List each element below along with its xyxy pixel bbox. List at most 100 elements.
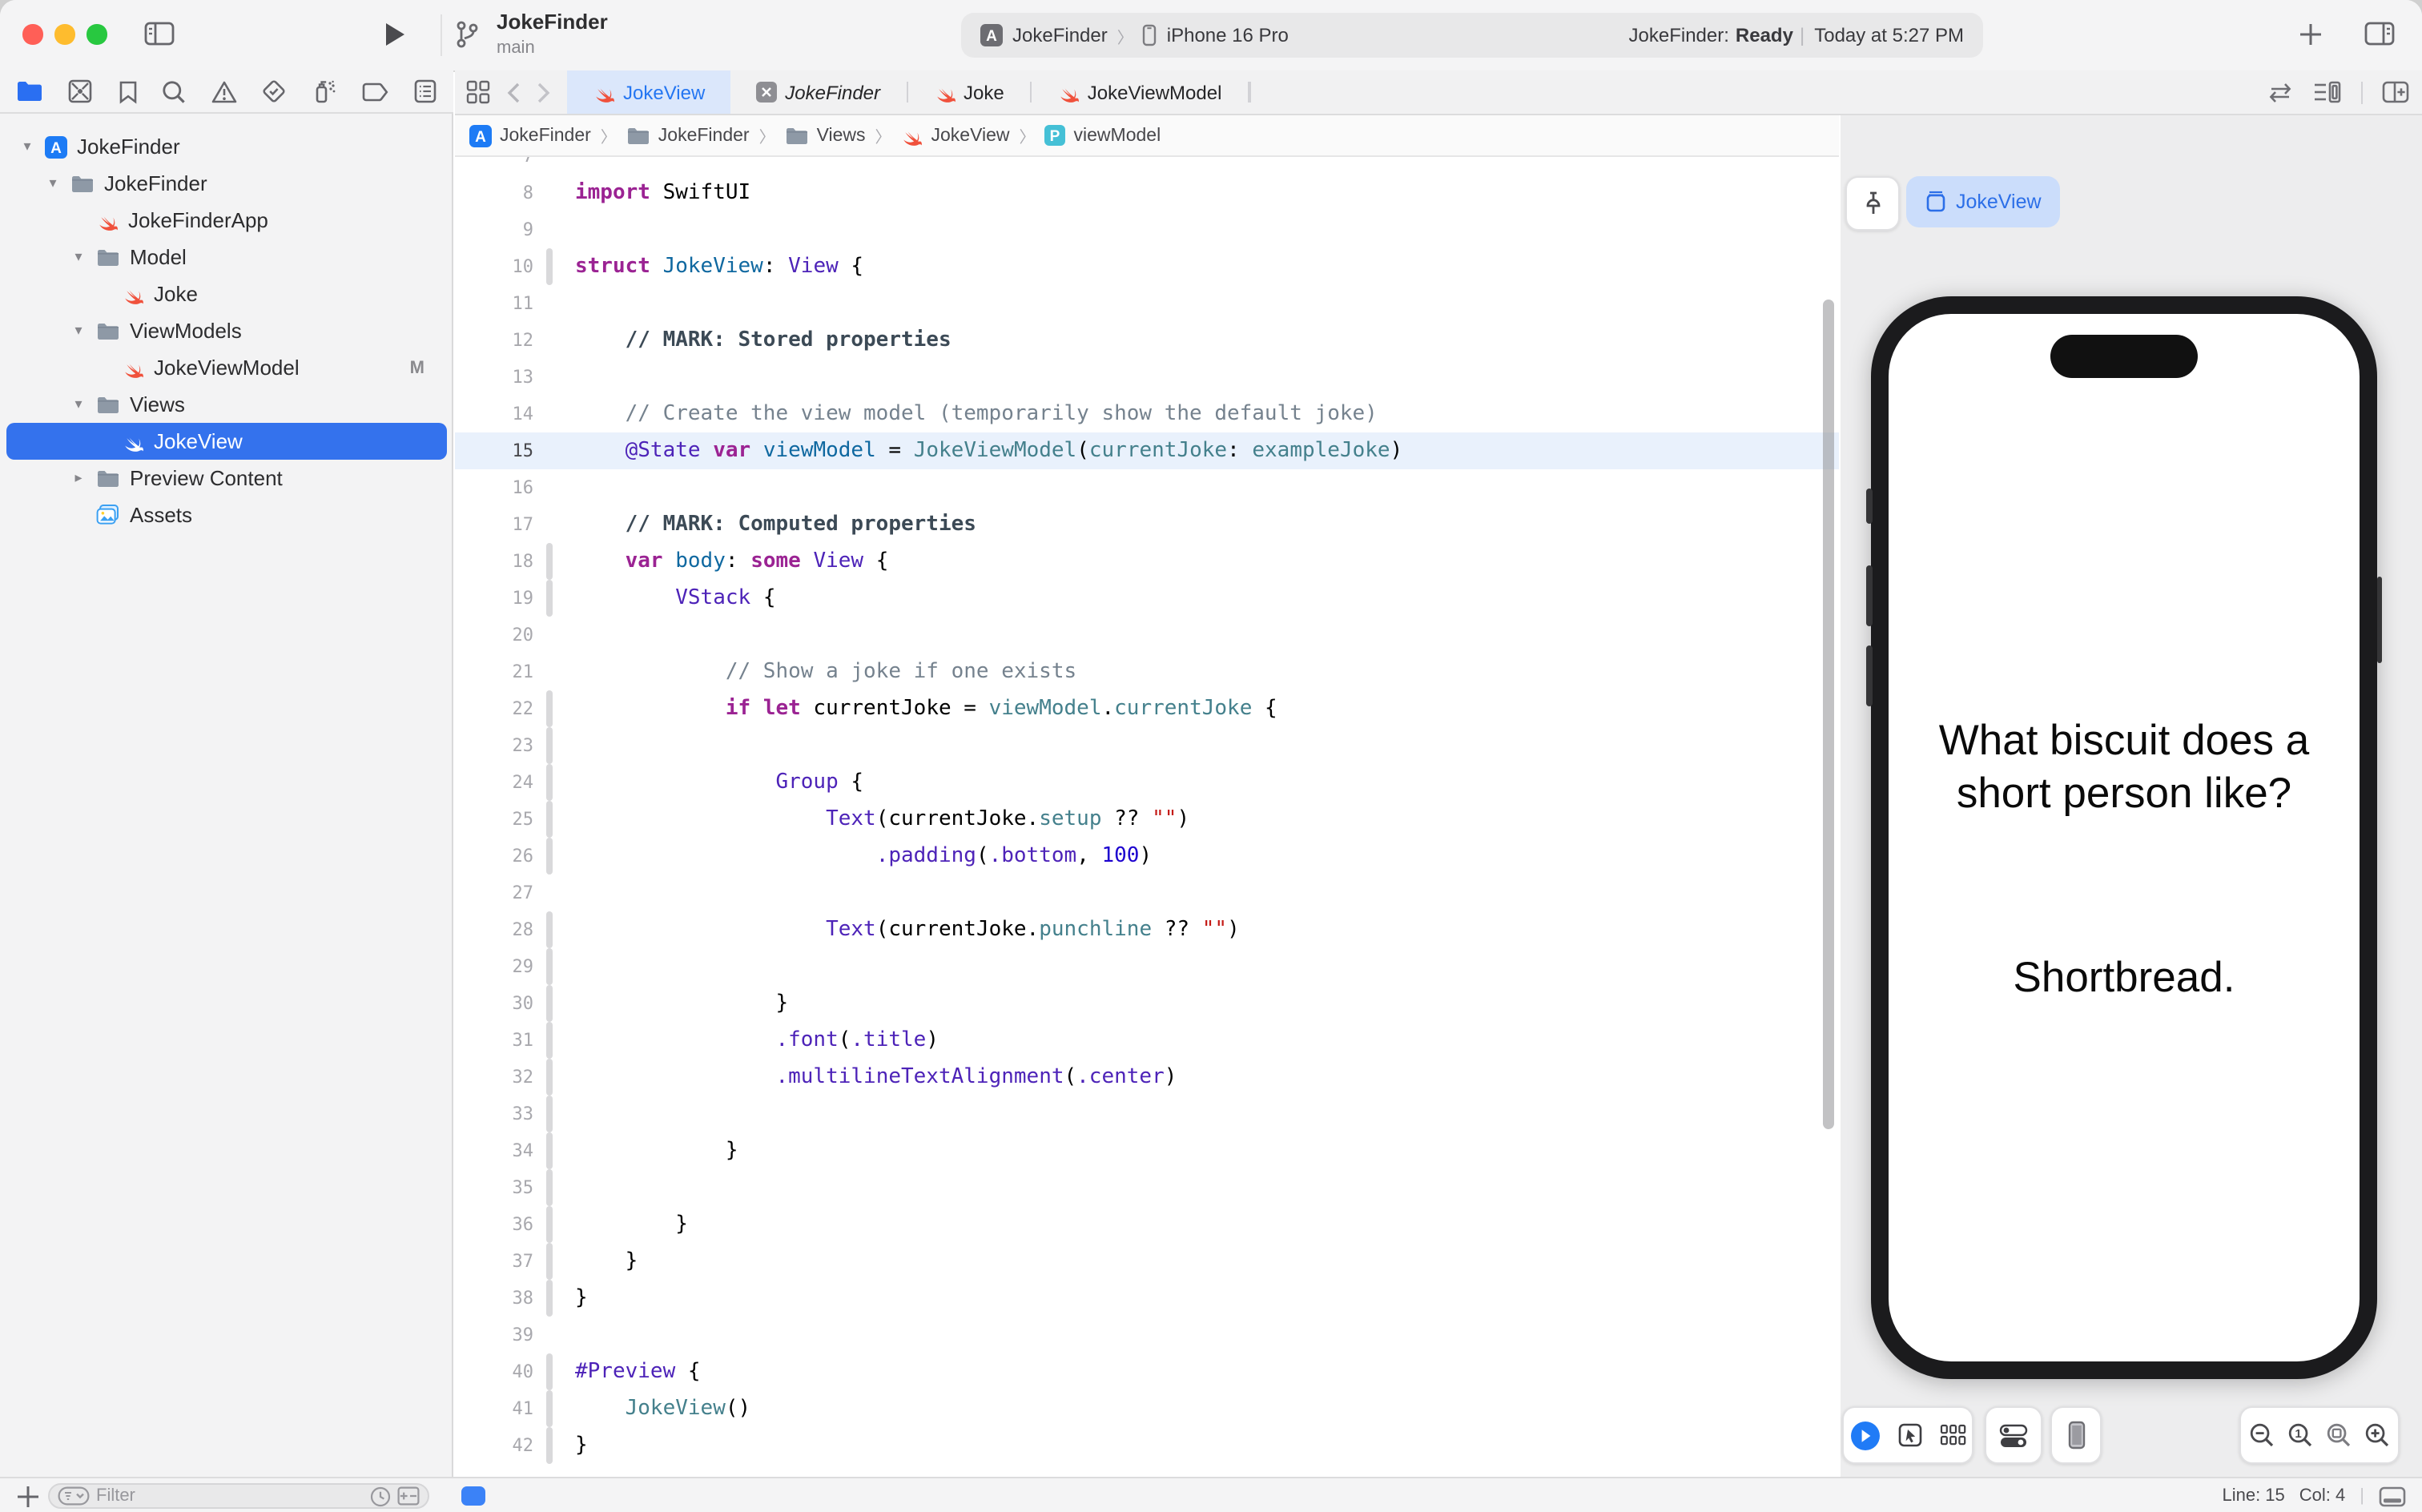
code-review-icon[interactable] — [2267, 81, 2294, 103]
breadcrumb-item-viewmodel[interactable]: PviewModel — [1044, 125, 1161, 146]
zoom-fit-button[interactable] — [2326, 1422, 2352, 1448]
file-row-jokefinder[interactable]: ▾ A JokeFinder — [0, 128, 453, 165]
minimize-window-button[interactable] — [54, 24, 74, 44]
issues-navigator-icon[interactable] — [211, 79, 236, 103]
code-line-25[interactable]: 25 Text(currentJoke.setup ?? "") — [455, 801, 1839, 838]
navigator-sidebar-toggle-button[interactable] — [144, 21, 175, 46]
code-line-40[interactable]: 40 #Preview { — [455, 1353, 1839, 1390]
go-forward-button[interactable] — [537, 81, 551, 103]
zoom-out-button[interactable] — [2249, 1422, 2275, 1448]
code-line-9[interactable]: 9 — [455, 211, 1839, 248]
code-line-17[interactable]: 17 // MARK: Computed properties — [455, 506, 1839, 543]
code-line-21[interactable]: 21 // Show a joke if one exists — [455, 653, 1839, 690]
code-line-14[interactable]: 14 // Create the view model (temporarily… — [455, 396, 1839, 432]
reports-navigator-icon[interactable] — [413, 78, 437, 104]
code-line-15[interactable]: 15 @State var viewModel = JokeViewModel(… — [455, 432, 1839, 469]
live-preview-button[interactable] — [1849, 1420, 1880, 1450]
file-row-preview-content[interactable]: ▸ Preview Content — [0, 460, 453, 497]
run-button[interactable] — [383, 21, 407, 48]
preview-target-chip[interactable]: JokeView — [1906, 176, 2061, 227]
scheme-selector[interactable]: A JokeFinder 〉 iPhone 16 Pro JokeFinder:… — [961, 13, 1983, 58]
zoom-in-button[interactable] — [2364, 1422, 2390, 1448]
pin-preview-button[interactable] — [1845, 176, 1900, 231]
add-tab-button[interactable] — [2299, 22, 2323, 46]
disclosure-triangle[interactable]: ▾ — [70, 322, 86, 340]
code-line-19[interactable]: 19 VStack { — [455, 580, 1839, 617]
disclosure-triangle[interactable]: ▾ — [70, 248, 86, 266]
file-row-views[interactable]: ▾ Views — [0, 386, 453, 423]
bookmarks-navigator-icon[interactable] — [119, 79, 138, 103]
file-row-jokeview[interactable]: JokeView — [0, 423, 453, 460]
find-navigator-icon[interactable] — [162, 79, 186, 103]
code-line-27[interactable]: 27 — [455, 875, 1839, 911]
code-line-34[interactable]: 34 } — [455, 1132, 1839, 1169]
code-line-7[interactable]: 7 — [455, 157, 1839, 175]
code-line-28[interactable]: 28 Text(currentJoke.punchline ?? "") — [455, 911, 1839, 948]
source-control-navigator-icon[interactable] — [68, 78, 94, 104]
selectable-preview-button[interactable] — [1897, 1422, 1921, 1448]
adjust-editor-options-icon[interactable] — [2313, 80, 2342, 104]
split-editor-icon[interactable] — [2382, 80, 2409, 104]
code-line-16[interactable]: 16 — [455, 469, 1839, 506]
code-line-35[interactable]: 35 — [455, 1169, 1839, 1206]
code-line-24[interactable]: 24 Group { — [455, 764, 1839, 801]
scheme-destination[interactable]: iPhone 16 Pro — [1167, 24, 1289, 46]
breakpoints-navigator-icon[interactable] — [361, 81, 388, 102]
tab-jokefinder[interactable]: JokeFinder — [730, 70, 906, 114]
file-row-model[interactable]: ▾ Model — [0, 239, 453, 275]
code-line-22[interactable]: 22 if let currentJoke = viewModel.curren… — [455, 690, 1839, 727]
code-line-26[interactable]: 26 .padding(.bottom, 100) — [455, 838, 1839, 875]
variants-button[interactable] — [1939, 1424, 1966, 1446]
go-back-button[interactable] — [506, 81, 521, 103]
editor-scrollbar[interactable] — [1823, 300, 1834, 1129]
code-line-32[interactable]: 32 .multilineTextAlignment(.center) — [455, 1059, 1839, 1096]
breadcrumb-item-jokefinder[interactable]: A JokeFinder — [469, 124, 591, 147]
code-line-11[interactable]: 11 — [455, 285, 1839, 322]
scheme-project[interactable]: JokeFinder — [1012, 24, 1108, 46]
code-line-31[interactable]: 31 .font(.title) — [455, 1022, 1839, 1059]
file-row-assets[interactable]: Assets — [0, 497, 453, 533]
tab-jokeviewmodel[interactable]: JokeViewModel — [1032, 70, 1248, 114]
close-window-button[interactable] — [22, 24, 42, 44]
code-line-33[interactable]: 33 — [455, 1096, 1839, 1132]
recent-files-filter-icon[interactable] — [370, 1486, 391, 1506]
code-line-13[interactable]: 13 — [455, 359, 1839, 396]
file-row-jokefinder[interactable]: ▾ JokeFinder — [0, 165, 453, 202]
code-line-20[interactable]: 20 — [455, 617, 1839, 653]
debug-navigator-icon[interactable] — [312, 78, 337, 104]
jump-bar[interactable]: A JokeFinder 〉 JokeFinder 〉 Views 〉 JokeView 〉 Pv… — [455, 115, 1839, 157]
source-editor[interactable]: 7 8 import SwiftUI 9 10 struct JokeView: View… — [455, 157, 1839, 1477]
disclosure-triangle[interactable]: ▾ — [70, 396, 86, 413]
file-row-jokeviewmodel[interactable]: JokeViewModel M — [0, 349, 453, 386]
editor-canvas-indicator-icon[interactable] — [461, 1486, 485, 1506]
tab-joke[interactable]: Joke — [907, 70, 1030, 114]
debug-area-toggle-icon[interactable] — [2379, 1486, 2406, 1506]
code-line-12[interactable]: 12 // MARK: Stored properties — [455, 322, 1839, 359]
code-line-10[interactable]: 10 struct JokeView: View { — [455, 248, 1839, 285]
add-file-button[interactable] — [16, 1485, 40, 1509]
preview-screen[interactable]: What biscuit does a short person like? S… — [1889, 314, 2360, 1361]
breadcrumb-item-views[interactable]: Views — [785, 126, 866, 145]
disclosure-triangle[interactable]: ▾ — [19, 138, 35, 155]
code-line-37[interactable]: 37 } — [455, 1243, 1839, 1280]
file-row-jokefinderapp[interactable]: JokeFinderApp — [0, 202, 453, 239]
tests-navigator-icon[interactable] — [261, 78, 287, 104]
source-control-filter-icon[interactable] — [397, 1486, 420, 1506]
preview-device-button[interactable] — [2050, 1406, 2102, 1464]
code-line-36[interactable]: 36 } — [455, 1206, 1839, 1243]
code-line-18[interactable]: 18 var body: some View { — [455, 543, 1839, 580]
disclosure-triangle[interactable]: ▸ — [70, 469, 86, 487]
code-line-8[interactable]: 8 import SwiftUI — [455, 175, 1839, 211]
disclosure-triangle[interactable]: ▾ — [45, 175, 61, 192]
zoom-window-button[interactable] — [86, 24, 107, 44]
code-line-23[interactable]: 23 — [455, 727, 1839, 764]
zoom-100-button[interactable]: 1 — [2287, 1422, 2313, 1448]
device-settings-button[interactable] — [1985, 1406, 2042, 1464]
project-navigator-icon[interactable] — [16, 80, 43, 103]
code-line-30[interactable]: 30 } — [455, 985, 1839, 1022]
code-line-42[interactable]: 42} — [455, 1427, 1839, 1464]
inspector-sidebar-toggle-button[interactable] — [2364, 21, 2395, 46]
breadcrumb-item-jokefinder[interactable]: JokeFinder — [626, 126, 750, 145]
code-line-29[interactable]: 29 — [455, 948, 1839, 985]
breadcrumb-item-jokeview[interactable]: JokeView — [901, 124, 1010, 147]
